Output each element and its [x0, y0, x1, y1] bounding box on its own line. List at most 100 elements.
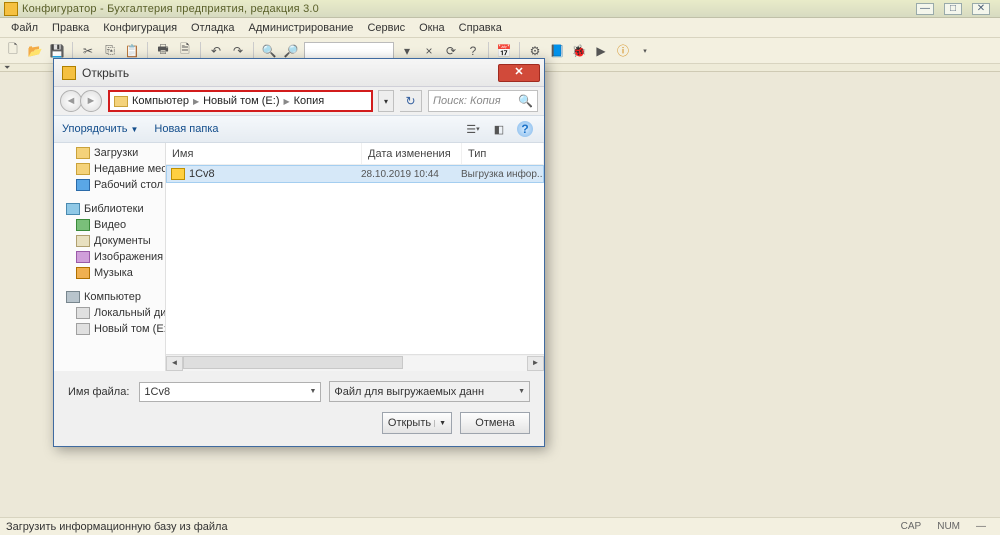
redo-icon[interactable]: ↷ — [229, 42, 247, 60]
dialog-bottom-panel: Имя файла: 1Cv8 ▼ Файл для выгружаемых д… — [54, 371, 544, 446]
file-row-selected[interactable]: 1Cv8 28.10.2019 10:44 Выгрузка инфор... — [166, 165, 544, 183]
file-columns-header[interactable]: Имя Дата изменения Тип — [166, 143, 544, 165]
app-title: Конфигуратор - Бухгалтерия предприятия, … — [22, 3, 319, 15]
file-1c-icon — [171, 168, 185, 180]
dialog-close-button[interactable]: ✕ — [498, 64, 540, 82]
file-name: 1Cv8 — [189, 168, 361, 180]
config-icon[interactable]: ⚙ — [526, 42, 544, 60]
dialog-title-bar[interactable]: Открыть ✕ — [54, 59, 544, 87]
nav-back-button[interactable]: ◄ — [60, 90, 82, 112]
scroll-thumb[interactable] — [183, 356, 403, 369]
find-icon[interactable]: 🔍 — [260, 42, 278, 60]
nav-downloads[interactable]: Загрузки — [54, 145, 165, 161]
file-type-select[interactable]: Файл для выгружаемых данн ▼ — [329, 381, 530, 402]
chevron-right-icon: ▶ — [283, 97, 289, 106]
nav-desktop[interactable]: Рабочий стол — [54, 177, 165, 193]
menu-configuration[interactable]: Конфигурация — [96, 20, 184, 36]
more-icon[interactable]: ▾ — [636, 42, 654, 60]
status-num: NUM — [929, 521, 968, 532]
new-folder-button[interactable]: Новая папка — [154, 123, 218, 135]
find-next-icon[interactable]: 🔎 — [282, 42, 300, 60]
status-extra: — — [968, 521, 994, 532]
print-icon[interactable]: 🖶 — [154, 42, 172, 60]
nav-images[interactable]: Изображения — [54, 249, 165, 265]
dialog-help-button[interactable]: ? — [514, 120, 536, 138]
open-button[interactable]: Открыть ▼ — [382, 412, 452, 434]
dropdown-caret-icon[interactable]: ▾ — [398, 42, 416, 60]
nav-computer-header[interactable]: Компьютер — [54, 289, 165, 305]
menu-debug[interactable]: Отладка — [184, 20, 241, 36]
run-icon[interactable]: ▶ — [592, 42, 610, 60]
breadcrumb-computer[interactable]: Компьютер — [132, 95, 189, 107]
clear-icon[interactable]: × — [420, 42, 438, 60]
nav-videos[interactable]: Видео — [54, 217, 165, 233]
nav-documents[interactable]: Документы — [54, 233, 165, 249]
menu-file[interactable]: Файл — [4, 20, 45, 36]
dialog-address-row: ◄ ► Компьютер ▶ Новый том (E:) ▶ Копия ▾… — [54, 87, 544, 115]
status-cap: CAP — [893, 521, 930, 532]
menu-windows[interactable]: Окна — [412, 20, 452, 36]
column-date[interactable]: Дата изменения — [362, 143, 462, 164]
column-type[interactable]: Тип — [462, 143, 544, 164]
scroll-left-button[interactable]: ◄ — [166, 356, 183, 371]
menu-edit[interactable]: Правка — [45, 20, 96, 36]
preview-pane-button[interactable]: ◧ — [488, 120, 510, 138]
undo-icon[interactable]: ↶ — [207, 42, 225, 60]
syntax-icon[interactable]: 📘 — [548, 42, 566, 60]
menu-service[interactable]: Сервис — [360, 20, 412, 36]
calendar-icon[interactable]: 📅 — [495, 42, 513, 60]
maximize-button[interactable]: □ — [944, 3, 962, 15]
horizontal-scrollbar[interactable]: ◄ ► — [166, 354, 544, 371]
scroll-right-button[interactable]: ► — [527, 356, 544, 371]
menu-admin[interactable]: Администрирование — [242, 20, 361, 36]
address-dropdown-button[interactable]: ▾ — [378, 90, 394, 112]
save-icon[interactable]: 💾 — [48, 42, 66, 60]
address-bar[interactable]: Компьютер ▶ Новый том (E:) ▶ Копия — [108, 90, 373, 112]
menu-help[interactable]: Справка — [452, 20, 509, 36]
cut-icon[interactable]: ✂ — [79, 42, 97, 60]
chevron-right-icon: ▶ — [193, 97, 199, 106]
debug-icon[interactable]: 🐞 — [570, 42, 588, 60]
new-icon[interactable]: 🗋 — [4, 42, 22, 60]
open-icon[interactable]: 📂 — [26, 42, 44, 60]
nav-music[interactable]: Музыка — [54, 265, 165, 281]
nav-libraries-header[interactable]: Библиотеки — [54, 201, 165, 217]
file-type: Выгрузка инфор... — [461, 169, 543, 180]
toolbar-search-input[interactable] — [304, 42, 394, 60]
minimize-button[interactable]: — — [916, 3, 934, 15]
dialog-toolbar: Упорядочить▼ Новая папка ☰ ▾ ◧ ? — [54, 115, 544, 143]
view-mode-button[interactable]: ☰ ▾ — [462, 120, 484, 138]
column-name[interactable]: Имя — [166, 143, 362, 164]
nav-forward-button[interactable]: ► — [80, 90, 102, 112]
dialog-title: Открыть — [82, 66, 129, 80]
navigation-pane[interactable]: Загрузки Недавние места Рабочий стол Биб… — [54, 143, 166, 371]
nav-new-volume[interactable]: Новый том (E:) — [54, 321, 165, 337]
nav-local-disk[interactable]: Локальный диск — [54, 305, 165, 321]
file-list[interactable]: 1Cv8 28.10.2019 10:44 Выгрузка инфор... — [166, 165, 544, 354]
collapse-icon[interactable]: ⏷ — [0, 63, 10, 73]
file-date: 28.10.2019 10:44 — [361, 169, 461, 180]
dialog-icon — [62, 66, 76, 80]
filename-input[interactable]: 1Cv8 ▼ — [139, 382, 321, 402]
nav-recent[interactable]: Недавние места — [54, 161, 165, 177]
breadcrumb-drive[interactable]: Новый том (E:) — [203, 95, 279, 107]
paste-icon[interactable]: 📋 — [123, 42, 141, 60]
refresh-icon[interactable]: ⟳ — [442, 42, 460, 60]
address-refresh-button[interactable]: ↻ — [400, 90, 422, 112]
app-icon — [4, 2, 18, 16]
preview-icon[interactable]: 🗎 — [176, 42, 194, 60]
filename-label: Имя файла: — [68, 386, 129, 398]
chevron-down-icon[interactable]: ▼ — [309, 388, 316, 395]
folder-icon — [114, 96, 128, 107]
status-bar: Загрузить информационную базу из файла C… — [0, 517, 1000, 535]
organize-button[interactable]: Упорядочить▼ — [62, 123, 138, 135]
search-box[interactable]: Поиск: Копия 🔍 — [428, 90, 538, 112]
copy-icon[interactable]: ⎘ — [101, 42, 119, 60]
cancel-button[interactable]: Отмена — [460, 412, 530, 434]
close-button[interactable]: ✕ — [972, 3, 990, 15]
dialog-body: Загрузки Недавние места Рабочий стол Биб… — [54, 143, 544, 371]
help-toolbar-icon[interactable]: ? — [464, 42, 482, 60]
chevron-down-icon[interactable]: ▼ — [518, 388, 525, 395]
breadcrumb-folder[interactable]: Копия — [294, 95, 325, 107]
info-icon[interactable]: ⓘ — [614, 42, 632, 60]
